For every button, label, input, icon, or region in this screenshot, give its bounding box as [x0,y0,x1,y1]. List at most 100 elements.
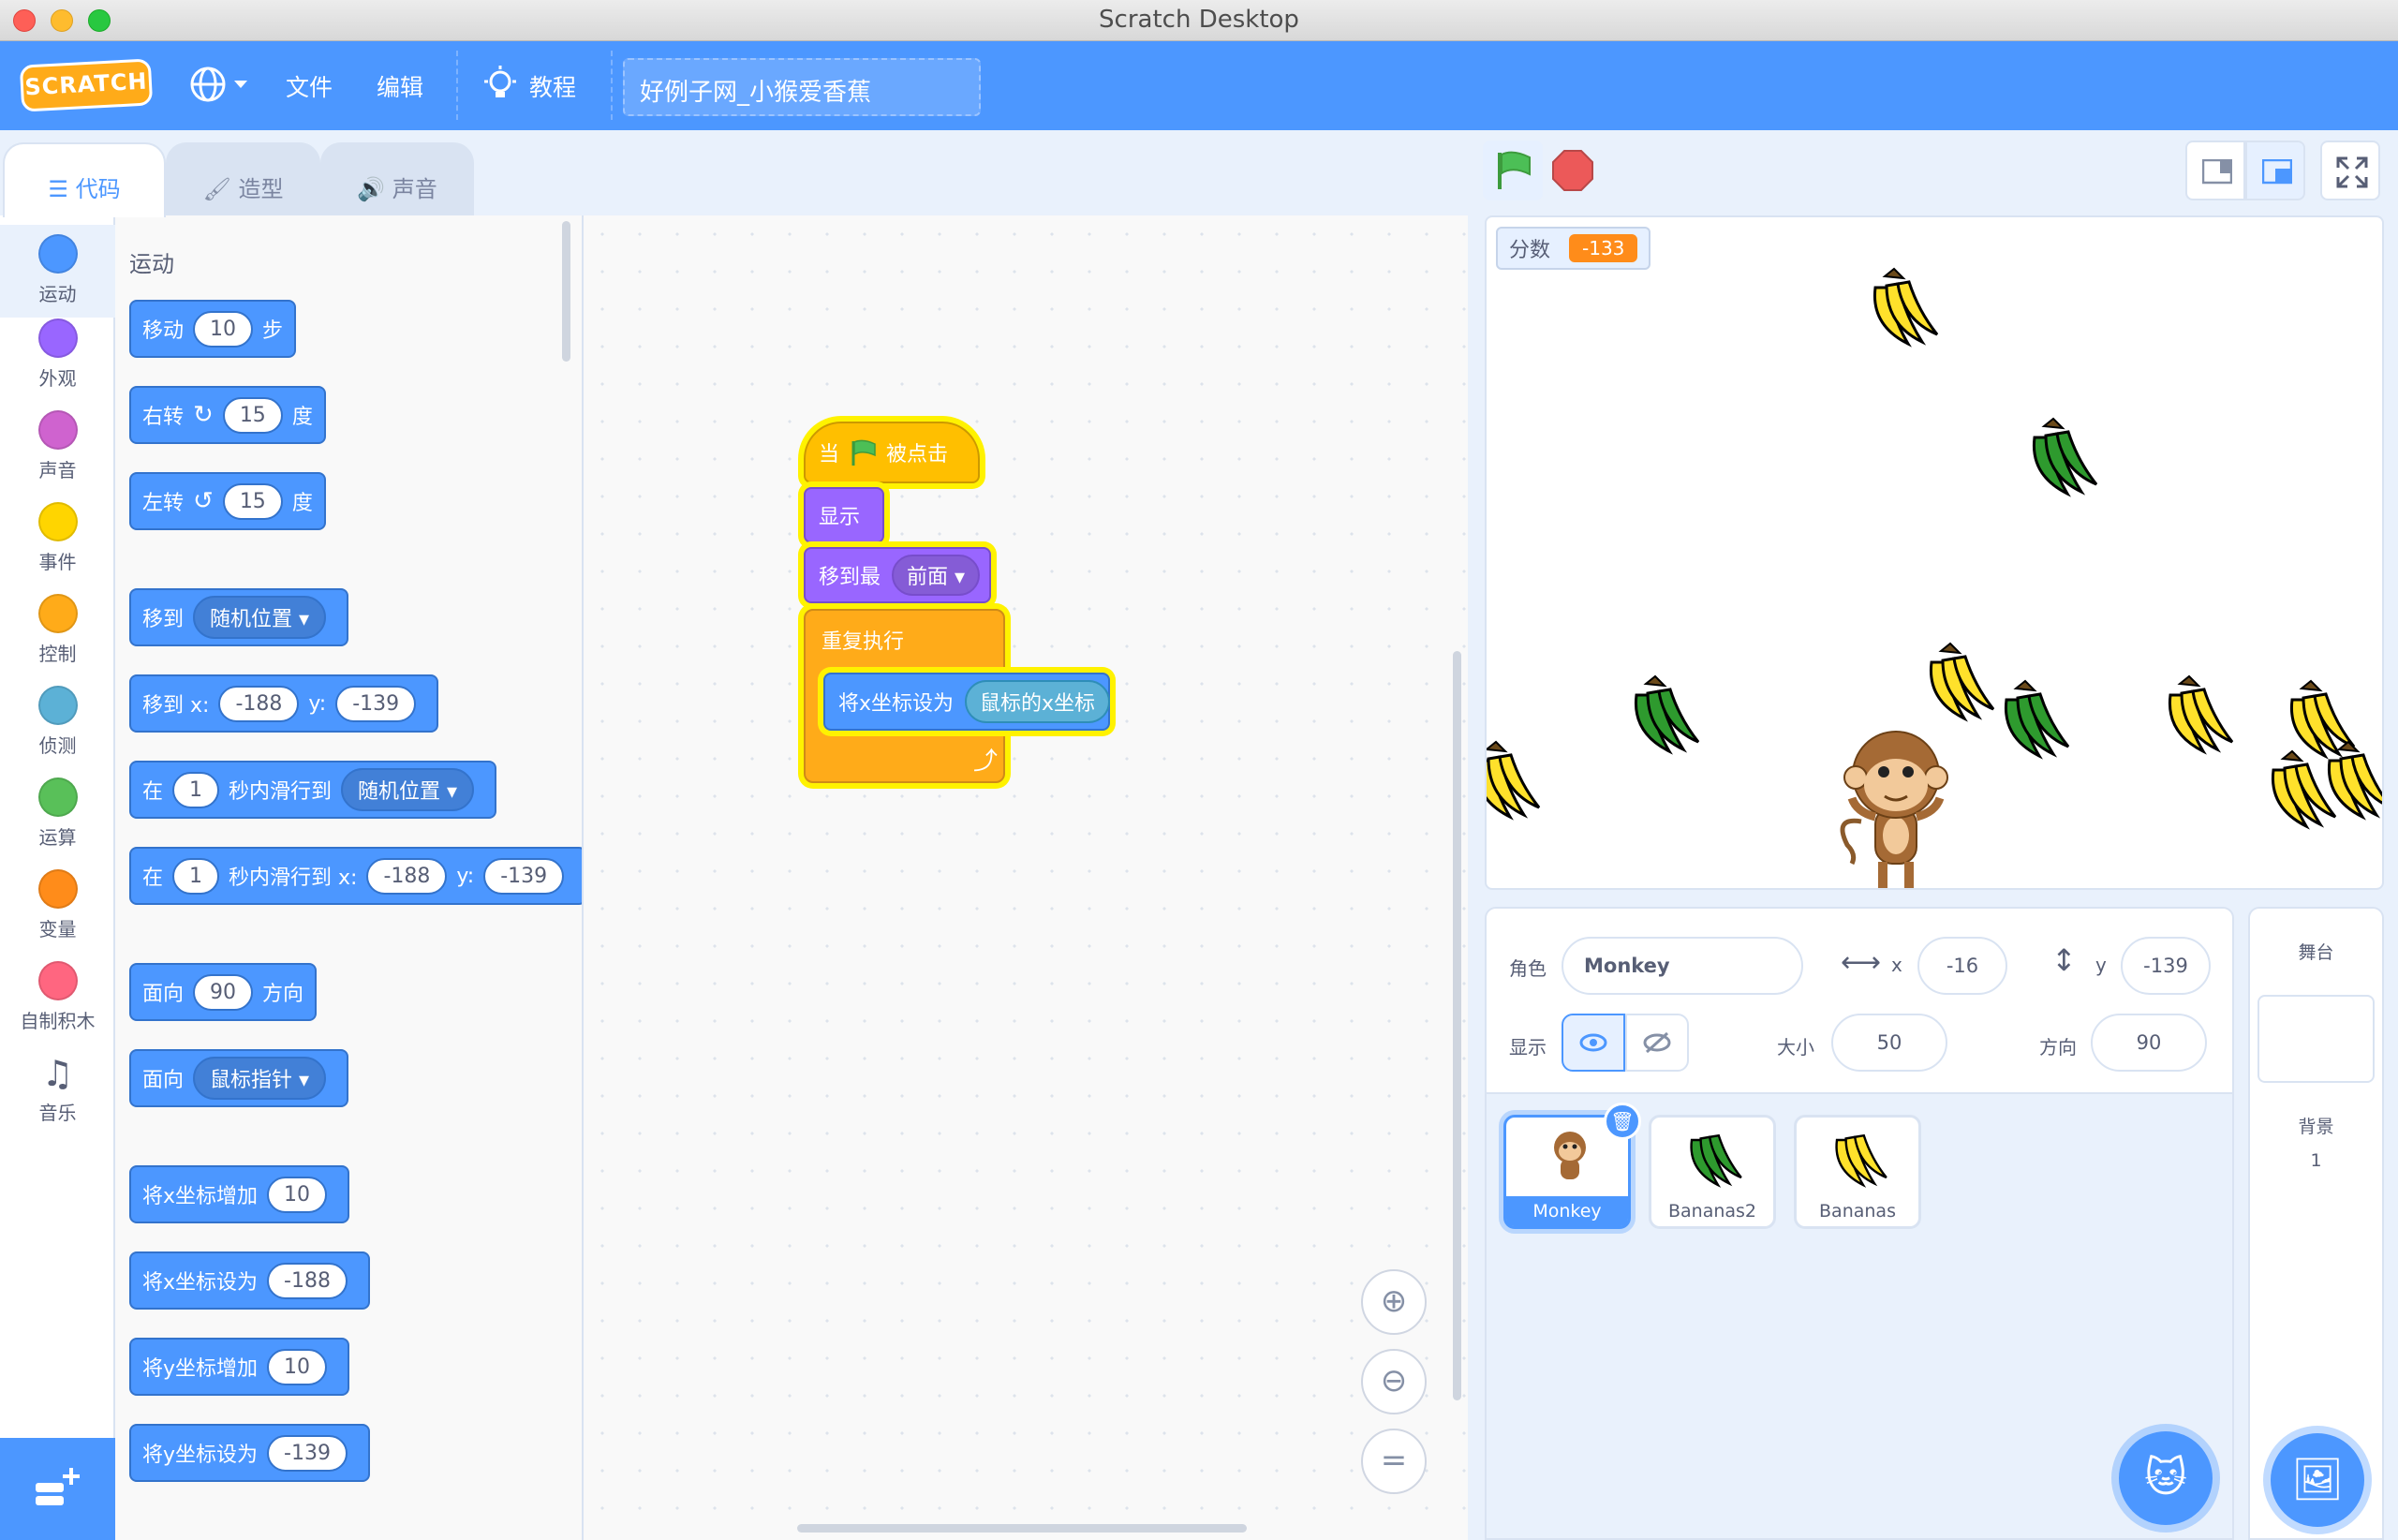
y-position-input[interactable]: -139 [2121,937,2211,995]
category-sensing[interactable]: 侦测 [0,686,115,758]
category-operators[interactable]: 运算 [0,777,115,850]
delete-sprite-button[interactable]: 🗑 [1604,1103,1641,1140]
show-hidden-button[interactable] [1625,1014,1689,1072]
banana-sprite [1873,267,1939,346]
menu-divider [611,51,613,120]
x-position-input[interactable]: -16 [1917,937,2007,995]
lightbulb-icon [484,66,516,97]
category-my-blocks[interactable]: 自制积木 [0,961,115,1033]
scratch-logo[interactable]: SCRATCH [19,58,154,112]
language-globe-icon[interactable] [189,66,251,103]
goto-block[interactable]: 移到 随机位置 [129,588,349,646]
show-visible-button[interactable] [1562,1014,1625,1072]
set-y-block[interactable]: 将y坐标设为 -139 [129,1424,370,1482]
category-dot-icon [37,410,78,450]
size-input[interactable]: 50 [1831,1014,1947,1072]
category-dot-icon [37,318,78,358]
rotate-counterclockwise-icon: ↺ [193,487,214,515]
stage-canvas[interactable]: 分数 -133 [1485,215,2384,890]
code-workspace[interactable]: 重复执行 ⤴ 当 被点击 显示 移到最 前面 ▾ 将x坐标设为 鼠标的x坐标 ⊕… [584,215,1468,1540]
set-x-block[interactable]: 将x坐标设为 -188 [129,1251,370,1310]
choose-sprite-button[interactable]: 🐱 [2119,1431,2213,1525]
file-menu[interactable]: 文件 [286,69,333,103]
mouse-x-reporter[interactable]: 鼠标的x坐标 [965,680,1111,723]
workspace-vertical-scrollbar[interactable] [1453,651,1461,1400]
glide-to-xy-block[interactable]: 在 1 秒内滑行到 x: -188 y: -139 [129,847,582,905]
sprite-name-input[interactable]: Monkey [1562,937,1803,995]
fullscreen-button[interactable] [2320,141,2380,200]
stage-title: 舞台 [2298,942,2334,963]
green-bananas-thumbnail [1690,1133,1742,1188]
x-label: x [1891,954,1902,976]
stage-selector-panel[interactable]: 舞台 背景 1 🖼 [2248,907,2384,1540]
large-stage-button[interactable] [2245,141,2305,200]
tutorials-menu[interactable]: 教程 [529,69,576,103]
direction-label: 方向 [2039,1036,2077,1059]
sprite-tile-bananas2[interactable]: Bananas2 [1649,1115,1776,1229]
add-extension-button[interactable] [0,1438,115,1540]
zoom-in-button[interactable]: ⊕ [1361,1269,1427,1335]
category-events[interactable]: 事件 [0,502,115,574]
backdrop-label: 背景 [2298,1117,2334,1137]
turn-left-block[interactable]: 左转 ↺ 15 度 [129,472,326,530]
stop-button[interactable] [1550,148,1595,193]
change-x-block[interactable]: 将x坐标增加 10 [129,1165,350,1223]
point-towards-block[interactable]: 面向 鼠标指针 [129,1049,349,1107]
sprite-name-label: 角色 [1509,957,1547,980]
sprite-tile-monkey[interactable]: Monkey 🗑 [1503,1103,1641,1229]
y-label: y [2095,954,2107,976]
zoom-reset-button[interactable]: = [1361,1429,1427,1494]
direction-input[interactable]: 90 [2091,1014,2207,1072]
image-plus-icon: 🖼 [2291,1456,2344,1503]
show-label: 显示 [1509,1036,1547,1059]
turn-right-block[interactable]: 右转 ↻ 15 度 [129,386,326,444]
green-flag-icon [1498,151,1531,189]
large-stage-icon [2262,159,2292,185]
small-stage-button[interactable] [2185,141,2245,200]
category-dot-icon [37,777,78,817]
palette-scrollbar[interactable] [562,221,570,362]
point-in-direction-block[interactable]: 面向 90 方向 [129,963,318,1021]
go-to-front-block[interactable]: 移到最 前面 ▾ [804,547,991,603]
edit-menu[interactable]: 编辑 [377,69,423,103]
cat-plus-icon: 🐱 [2144,1454,2187,1502]
add-extension-icon [36,1468,80,1505]
zoom-out-button[interactable]: ⊖ [1361,1349,1427,1414]
category-motion[interactable]: 运动 [0,225,115,318]
trash-icon: 🗑 [1610,1110,1635,1133]
sprite-list-panel: Monkey 🗑 Bananas2 Bananas 🐱 [1485,1094,2234,1540]
category-sound[interactable]: 声音 [0,410,115,482]
change-y-block[interactable]: 将y坐标增加 10 [129,1338,350,1396]
banana-sprite [2004,679,2070,758]
category-control[interactable]: 控制 [0,594,115,666]
glide-to-block[interactable]: 在 1 秒内滑行到 随机位置 [129,761,497,819]
block-palette: 运动 移动 10 步 右转 ↻ 15 度 左转 ↺ 15 度 移到 随机位置 移… [115,215,584,1540]
green-flag-button[interactable] [1483,141,1543,200]
category-variables[interactable]: 变量 [0,869,115,941]
tab-sounds[interactable]: 🔊 声音 [320,142,474,217]
when-flag-clicked-block[interactable]: 当 被点击 [804,422,980,483]
category-dot-icon [37,594,78,633]
sprite-info-panel: 角色 Monkey ⟷ x -16 ↕ y -139 显示 大小 50 方向 9… [1485,907,2234,1094]
choose-backdrop-button[interactable]: 🖼 [2271,1433,2364,1527]
category-music[interactable]: ♫ 音乐 [0,1053,115,1125]
tab-costumes[interactable]: 🖌 造型 [166,142,320,217]
banana-sprite [2168,674,2234,753]
workspace-horizontal-scrollbar[interactable] [797,1524,1247,1533]
front-back-dropdown[interactable]: 前面 ▾ [892,555,981,596]
sprite-tile-bananas[interactable]: Bananas [1794,1115,1921,1229]
set-x-to-block[interactable]: 将x坐标设为 鼠标的x坐标 [823,673,1111,731]
banana-sprite [2271,749,2337,828]
project-title-input[interactable]: 好例子网_小猴爱香蕉 [623,58,981,116]
move-steps-block[interactable]: 移动 10 步 [129,300,297,358]
category-dot-icon [37,686,78,725]
window-titlebar: Scratch Desktop [0,0,2398,41]
category-looks[interactable]: 外观 [0,318,115,391]
category-dot-icon [37,234,78,274]
goto-xy-block[interactable]: 移到 x: -188 y: -139 [129,674,439,733]
tab-code[interactable]: ☰ 代码 [3,142,166,217]
backdrop-thumbnail[interactable] [2257,995,2375,1083]
show-block[interactable]: 显示 [804,487,884,543]
banana-sprite [2032,417,2098,496]
vertical-arrows-icon: ↕ [2051,942,2077,978]
